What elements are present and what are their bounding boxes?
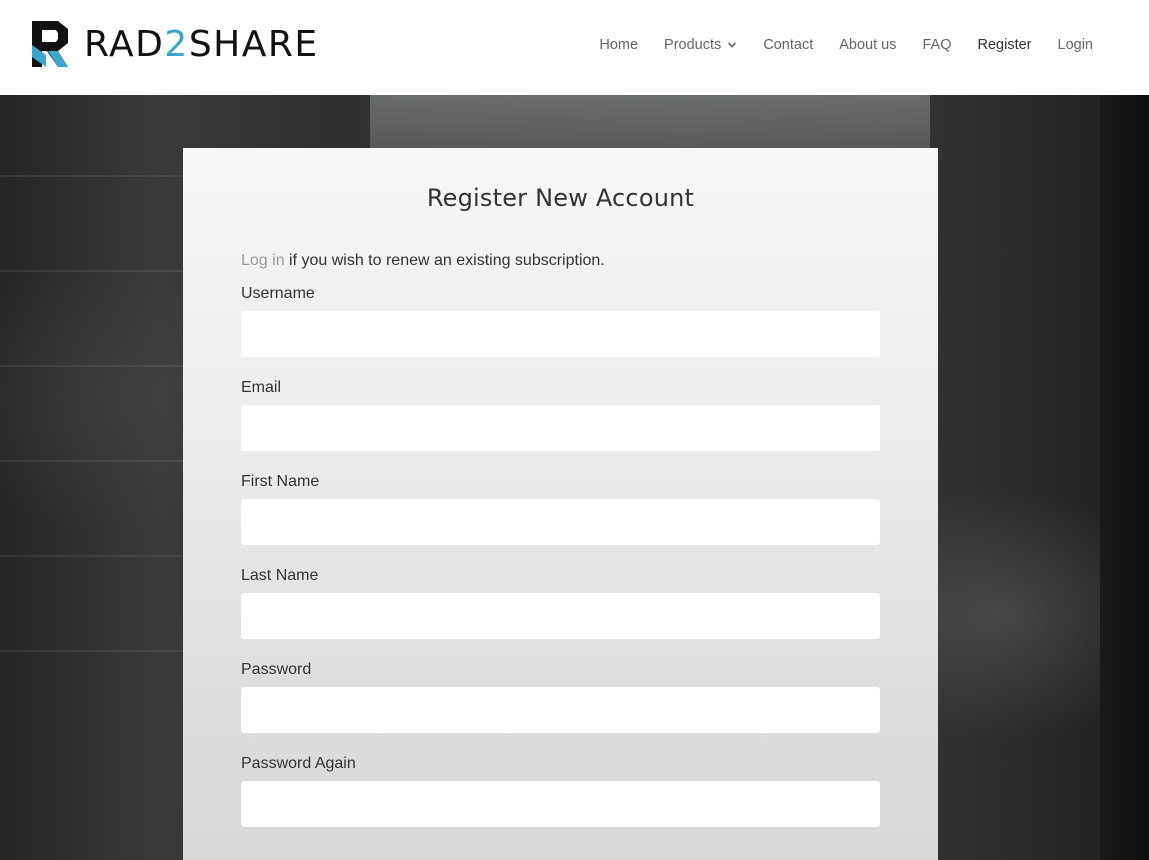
nav-products[interactable]: Products [664, 37, 737, 53]
username-label: Username [241, 285, 315, 302]
background-shelf [0, 460, 183, 462]
background-shelf [0, 555, 183, 557]
login-prompt: Log in if you wish to renew an existing … [241, 252, 605, 270]
password-again-label: Password Again [241, 755, 356, 772]
username-input[interactable] [241, 311, 880, 357]
nav-register[interactable]: Register [978, 37, 1032, 53]
chevron-down-icon [727, 37, 737, 53]
nav-login[interactable]: Login [1058, 37, 1093, 53]
last-name-input[interactable] [241, 593, 880, 639]
background-shelf [0, 175, 183, 177]
login-prompt-text: if you wish to renew an existing subscri… [284, 252, 605, 269]
password-label: Password [241, 661, 312, 678]
brand-logo[interactable]: RAD2SHARE [32, 21, 319, 69]
background-shelf [0, 365, 183, 367]
brand-name: RAD2SHARE [84, 24, 319, 65]
first-name-input[interactable] [241, 499, 880, 545]
page-title: Register New Account [426, 184, 695, 212]
nav-about-us[interactable]: About us [839, 37, 896, 53]
email-input[interactable] [241, 405, 880, 451]
last-name-label: Last Name [241, 567, 319, 584]
background-shelf [0, 270, 183, 272]
register-form-card: Register New Account Log in if you wish … [183, 148, 938, 860]
first-name-label: First Name [241, 473, 320, 490]
main-nav: Home Products Contact About us FAQ Regis… [573, 0, 1093, 90]
password-input[interactable] [241, 687, 880, 733]
rad2share-logo-icon [32, 21, 68, 67]
nav-faq[interactable]: FAQ [923, 37, 952, 53]
password-again-input[interactable] [241, 781, 880, 827]
email-label: Email [241, 379, 282, 396]
nav-home[interactable]: Home [599, 37, 638, 53]
background-shelf [0, 650, 183, 652]
nav-contact[interactable]: Contact [763, 37, 813, 53]
login-link[interactable]: Log in [241, 252, 285, 269]
site-header: RAD2SHARE Home Products Contact About us… [0, 0, 1149, 95]
background-window [370, 95, 930, 155]
background-shadow [1100, 95, 1149, 860]
